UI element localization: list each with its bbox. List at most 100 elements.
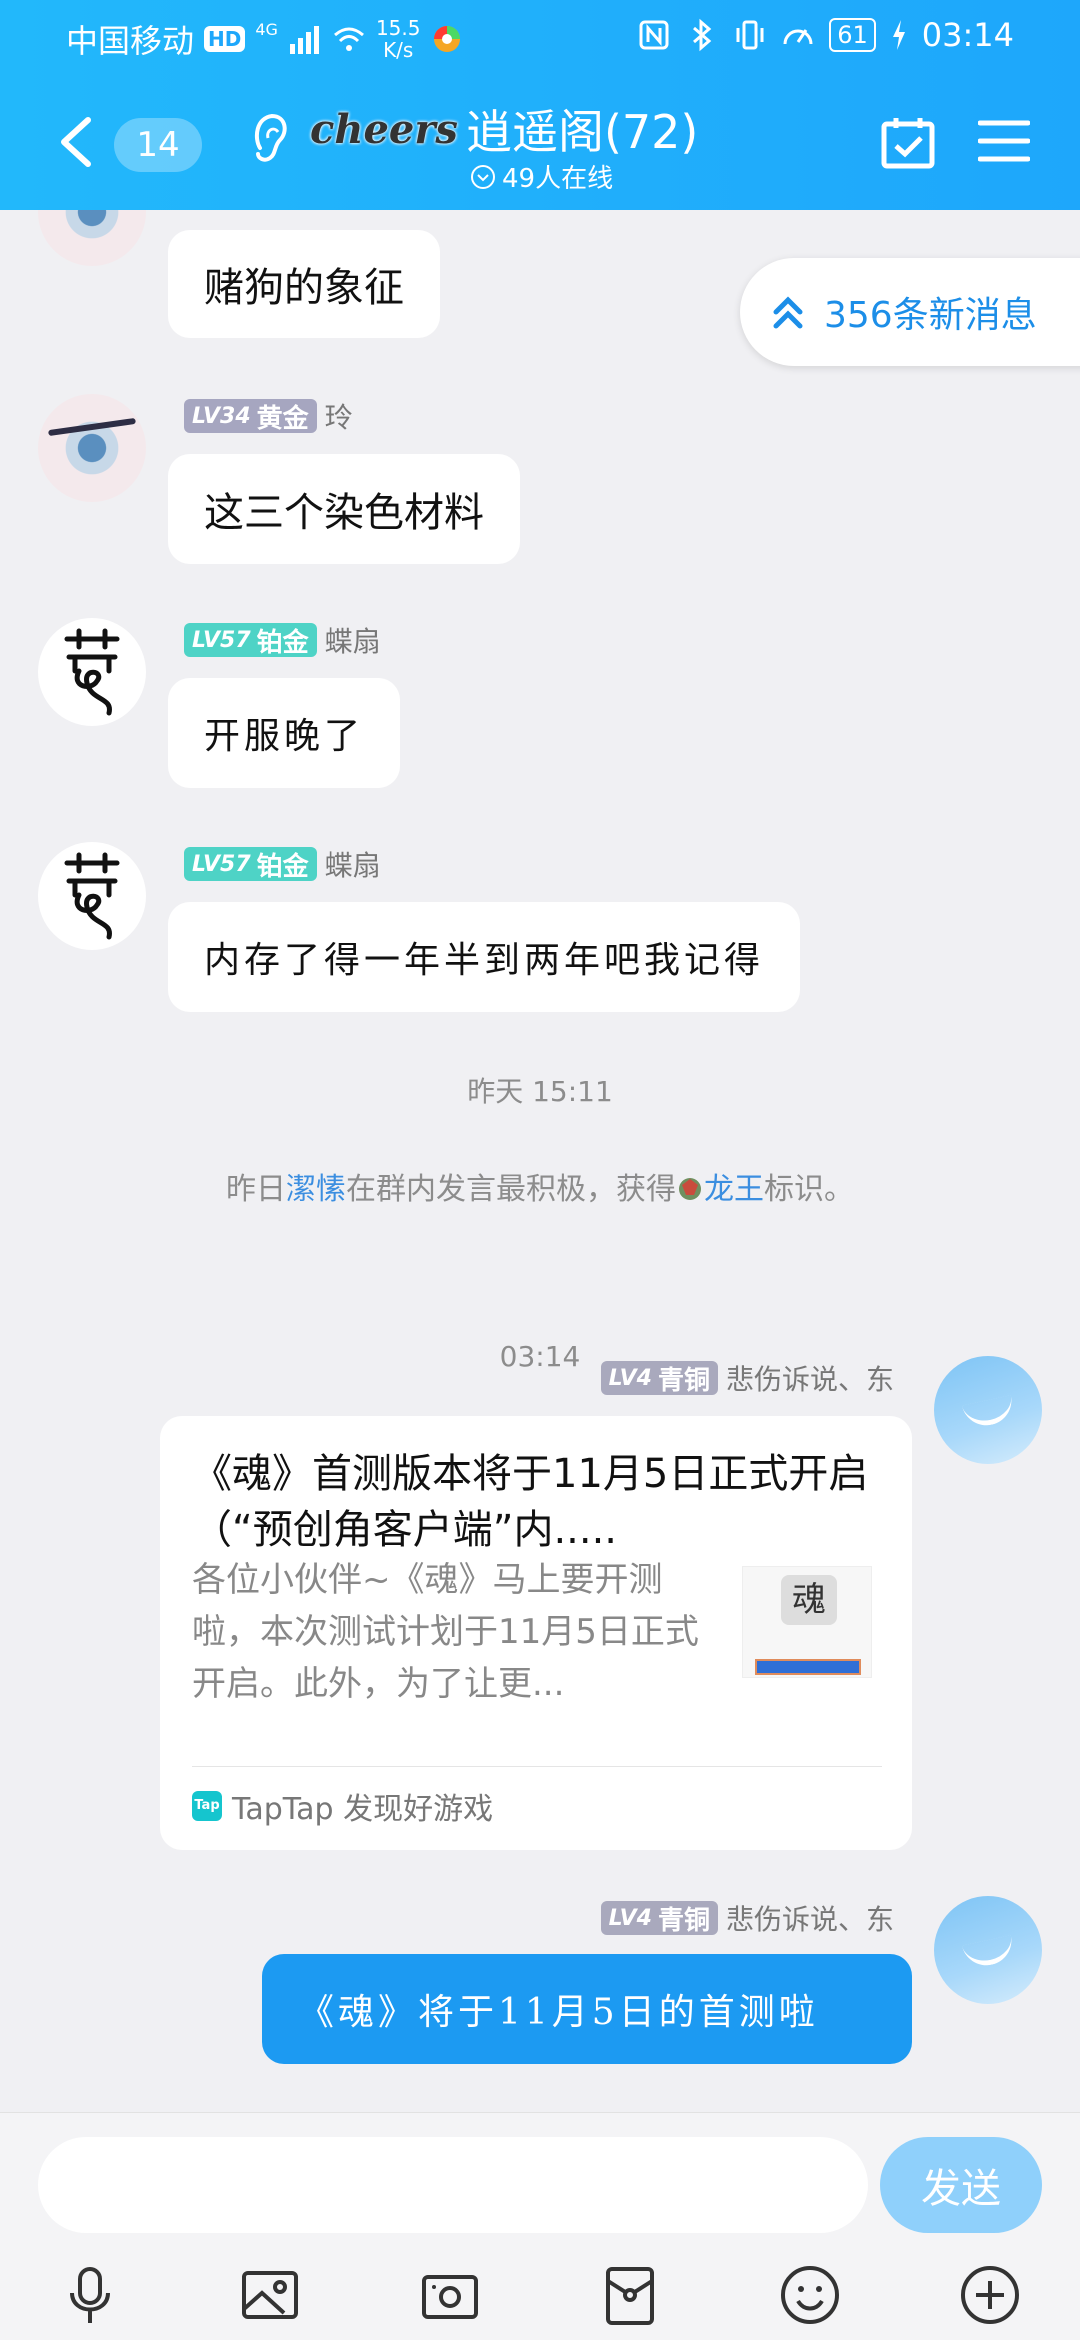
new-messages-button[interactable]: 356条新消息 (740, 258, 1080, 366)
menu-icon[interactable] (978, 118, 1030, 164)
notice-suffix: 标识。 (764, 1172, 854, 1207)
double-chevron-up-icon (773, 296, 803, 329)
rank-label: 青铜 (657, 1365, 710, 1396)
status-left: 中国移动 HD 4G 15.5 K/s (66, 16, 464, 62)
chat-nav: 14 cheers 逍遥阁(72) 49人在线 (0, 90, 1080, 200)
message-bubble[interactable]: 赌狗的象征 (168, 230, 440, 338)
unread-count-badge[interactable]: 14 (114, 118, 202, 172)
timestamp: 03:14 (499, 1340, 581, 1373)
rank-label: 铂金 (256, 627, 309, 658)
new-messages-label: 356条新消息 (824, 295, 1037, 336)
notice-middle: 在群内发言最积极，获得 (346, 1172, 676, 1207)
image-icon[interactable] (238, 2263, 302, 2327)
speed-gauge-icon (783, 29, 813, 45)
avatar[interactable] (38, 210, 146, 266)
message-meta: LV57 铂金 蝶扇 (184, 844, 381, 884)
rank-label: 青铜 (657, 1905, 710, 1936)
battery-level: 61 (829, 18, 876, 52)
send-button[interactable]: 发送 (880, 2137, 1042, 2233)
avatar[interactable] (934, 1356, 1042, 1464)
red-packet-icon[interactable] (598, 2263, 662, 2327)
message-bubble[interactable]: 内存了得一年半到两年吧我记得 (168, 902, 801, 1012)
sender-name[interactable]: 蝶扇 (325, 844, 381, 884)
seal-glyph-icon (64, 852, 120, 940)
online-status[interactable]: 49人在线 (470, 158, 613, 195)
ear-icon[interactable] (250, 108, 290, 168)
input-area: 发送 (0, 2112, 1080, 2340)
rank-label: 黄金 (256, 403, 309, 434)
group-logo: cheers (310, 105, 458, 153)
card-title: 《魂》首测版本将于11月5日正式开启（“预创角客户端”内..... (192, 1451, 869, 1553)
game-logo-icon: 魂 (781, 1575, 837, 1625)
source-label: TapTap 发现好游戏 (232, 1792, 494, 1827)
nfc-icon (639, 20, 669, 50)
group-name: 逍遥阁(72) (465, 105, 699, 159)
seal-glyph-icon (64, 628, 120, 716)
sender-name[interactable]: 蝶扇 (325, 620, 381, 660)
message-bubble[interactable]: 《魂》将于11月5日的首测啦 (262, 1954, 912, 2064)
level-label: LV57 (192, 627, 251, 653)
wifi-icon (333, 27, 364, 51)
message-bubble[interactable]: 开服晚了 (168, 678, 401, 788)
carrier-label: 中国移动 (66, 22, 195, 60)
notice-badge-link[interactable]: 龙王 (704, 1172, 764, 1207)
group-title[interactable]: cheers 逍遥阁(72) (310, 96, 698, 162)
signal-icon (289, 26, 319, 54)
message-bubble[interactable]: 这三个染色材料 (168, 454, 520, 564)
charging-icon (892, 20, 905, 50)
level-label: LV4 (608, 1905, 652, 1931)
avatar[interactable] (38, 842, 146, 950)
sender-name[interactable]: 悲伤诉说、东 (726, 1898, 894, 1938)
thumbnail-button (755, 1659, 861, 1675)
app-notification-icon (434, 26, 461, 52)
notice-user-link[interactable]: 潔愫 (286, 1172, 346, 1207)
input-toolbar (0, 2263, 1080, 2333)
plus-icon[interactable] (958, 2263, 1022, 2327)
sender-name[interactable]: 悲伤诉说、东 (726, 1358, 894, 1398)
level-badge: LV57 铂金 (184, 623, 317, 658)
card-description: 各位小伙伴~《魂》马上要开测啦，本次测试计划于11月5日正式开启。此外，为了让更… (192, 1560, 699, 1704)
avatar[interactable] (934, 1896, 1042, 2004)
timestamp: 昨天 15:11 (467, 1075, 613, 1108)
level-label: LV4 (608, 1365, 652, 1391)
divider (192, 1766, 882, 1767)
dragon-king-icon (679, 1178, 701, 1200)
speed-value: 15.5 (375, 16, 421, 40)
chat-area[interactable]: 赌狗的象征 356条新消息 LV34 黄金 玲 这三个染色材料 LV57 铂金 蝶扇… (0, 210, 1080, 2112)
card-thumbnail: 魂 (742, 1566, 872, 1678)
level-badge: LV34 黄金 (184, 399, 317, 434)
level-badge: LV4 青铜 (600, 1901, 718, 1936)
level-badge: LV57 铂金 (184, 847, 317, 882)
message-input[interactable] (38, 2137, 868, 2233)
calendar-check-icon[interactable] (880, 114, 936, 170)
taptap-icon: Tap (192, 1791, 222, 1821)
status-bar: 中国移动 HD 4G 15.5 K/s 61 03:14 (0, 0, 1080, 72)
avatar[interactable] (38, 618, 146, 726)
message-meta: LV4 青铜 悲伤诉说、东 (600, 1898, 894, 1938)
camera-icon[interactable] (418, 2263, 482, 2327)
shared-link-card[interactable]: 《魂》首测版本将于11月5日正式开启（“预创角客户端”内..... 各位小伙伴~… (160, 1416, 912, 1850)
back-icon[interactable] (50, 112, 100, 172)
message-meta: LV34 黄金 玲 (184, 396, 353, 436)
level-label: LV57 (192, 851, 251, 877)
level-label: LV34 (192, 403, 251, 429)
sender-name[interactable]: 玲 (325, 396, 353, 436)
microphone-icon[interactable] (58, 2263, 122, 2327)
emoji-icon[interactable] (778, 2263, 842, 2327)
clock: 03:14 (921, 16, 1014, 54)
hd-badge: HD (204, 26, 246, 52)
bluetooth-icon (693, 18, 712, 52)
system-notice: 昨日潔愫在群内发言最积极，获得 龙王标识。 (0, 1164, 1080, 1208)
status-right: 61 03:14 (637, 16, 1014, 54)
card-source: Tap TapTap 发现好游戏 (192, 1778, 493, 1834)
rank-label: 铂金 (256, 851, 309, 882)
level-badge: LV4 青铜 (600, 1361, 718, 1396)
message-meta: LV57 铂金 蝶扇 (184, 620, 381, 660)
chevron-down-circle-icon (471, 164, 495, 189)
online-count: 49人在线 (502, 164, 614, 194)
network-type: 4G (255, 19, 278, 39)
avatar[interactable] (38, 394, 146, 502)
message-meta: LV4 青铜 悲伤诉说、东 (600, 1358, 894, 1398)
network-speed: 15.5 K/s (376, 17, 421, 61)
speed-unit: K/s (383, 38, 414, 62)
